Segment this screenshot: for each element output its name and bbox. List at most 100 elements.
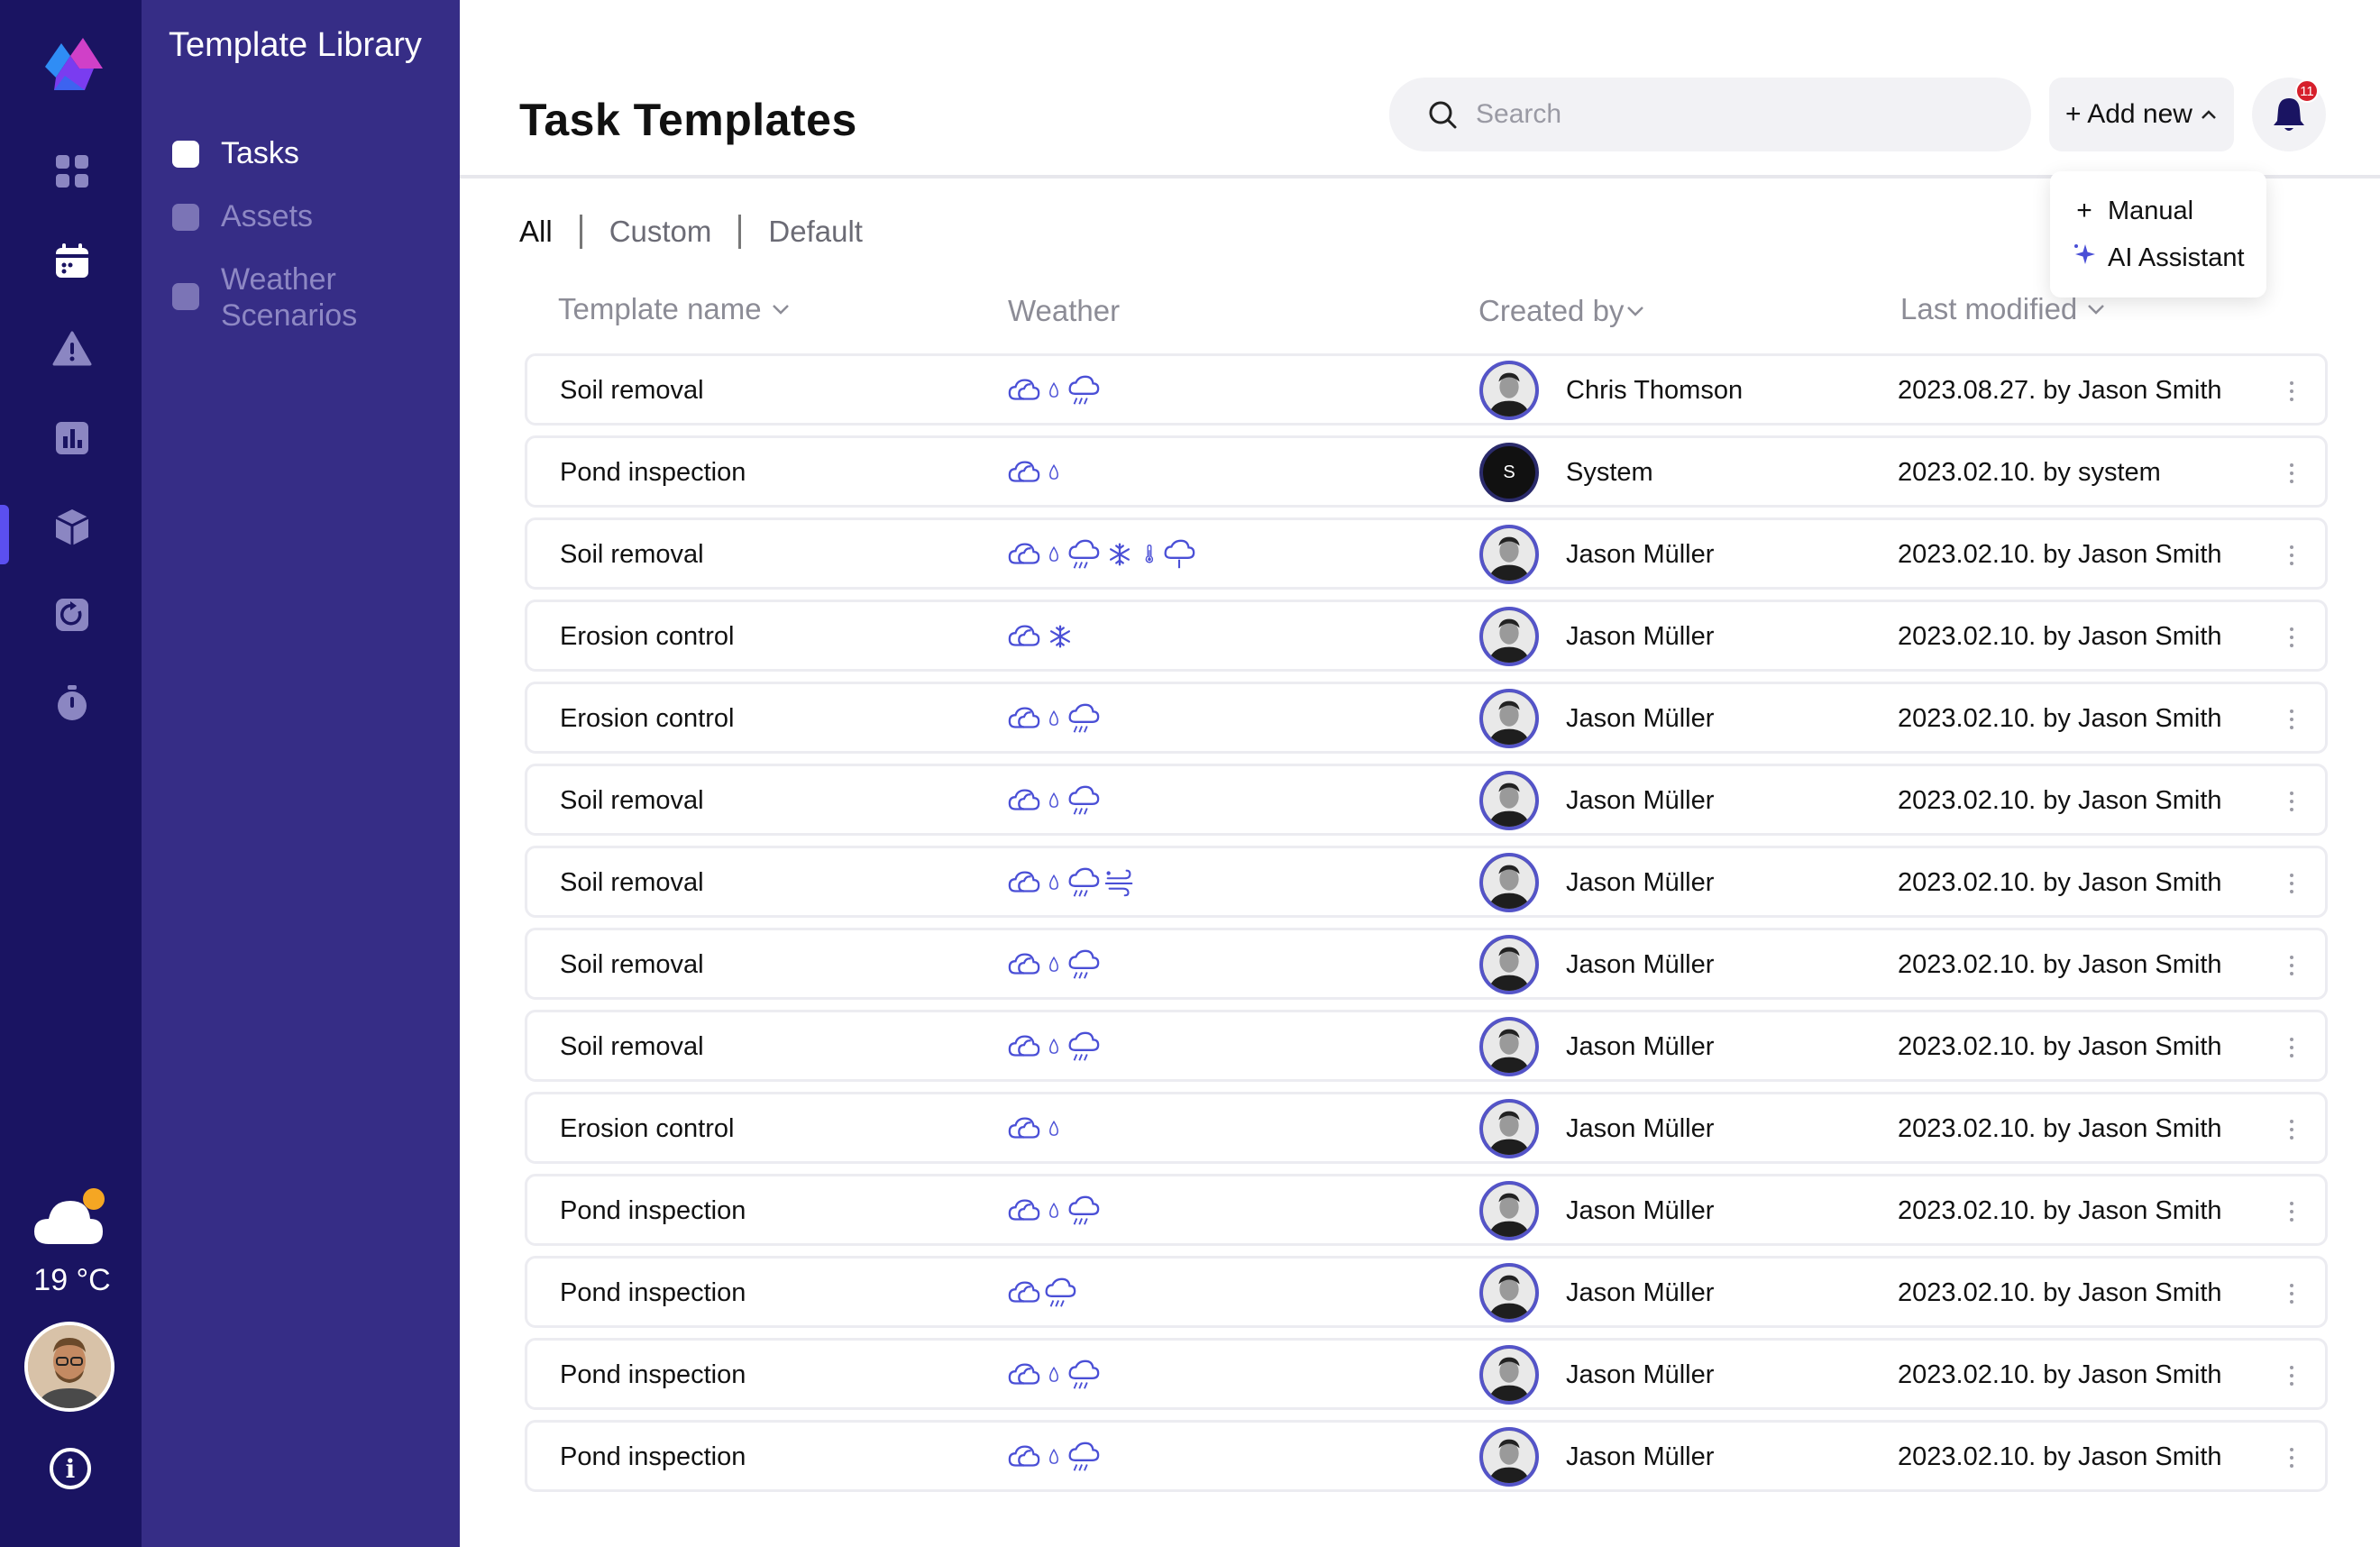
column-header-created-by[interactable]: Created by — [1478, 294, 1645, 328]
sparkle-icon — [2068, 241, 2101, 275]
active-nav-marker — [0, 505, 9, 564]
more-options-icon[interactable] — [2278, 699, 2305, 740]
table-row[interactable]: Erosion control Jason Müller 2023.02.10. b… — [525, 682, 2328, 754]
add-new-menu: + Manual AI Assistant — [2050, 171, 2266, 298]
library-item-tasks[interactable]: Tasks — [172, 135, 299, 171]
history-icon[interactable] — [45, 588, 99, 642]
table-row[interactable]: Soil removal Jason Müller 2023.02.10. by J… — [525, 928, 2328, 1000]
snowflake-icon — [1043, 619, 1077, 654]
table-row[interactable]: Soil removal Jason Müller 2023.02.10. by J… — [525, 846, 2328, 918]
filter-separator — [738, 215, 742, 249]
warning-icon[interactable] — [45, 323, 99, 377]
more-options-icon[interactable] — [2278, 1109, 2305, 1150]
column-header-label: Template name — [558, 292, 762, 325]
more-options-icon[interactable] — [2278, 781, 2305, 822]
column-header-last-modified[interactable]: Last modified — [1900, 292, 2106, 326]
weather-icons — [1007, 454, 1065, 490]
last-modified: 2023.02.10. by Jason Smith — [1898, 868, 2222, 897]
more-options-icon[interactable] — [2278, 617, 2305, 658]
table-row[interactable]: Pond inspection S System 2023.02.10. by sys… — [525, 435, 2328, 508]
chevron-down-icon — [1627, 307, 1644, 316]
snowflake-icon — [1103, 537, 1137, 572]
more-options-icon[interactable] — [2278, 1355, 2305, 1396]
hail-icon — [1162, 537, 1196, 572]
table-row[interactable]: Pond inspection Jason Müller 2023.02.10. b… — [525, 1174, 2328, 1246]
table-row[interactable]: Erosion control Jason Müller 2023.02.10. b… — [525, 600, 2328, 672]
more-options-icon[interactable] — [2278, 535, 2305, 576]
column-header-template-name[interactable]: Template name — [558, 292, 791, 326]
cloud-icon — [1007, 619, 1041, 654]
template-name: Soil removal — [560, 786, 704, 815]
weather-icons — [1007, 1357, 1101, 1393]
add-new-button[interactable]: + Add new — [2049, 78, 2234, 151]
library-item-label: Weather Scenarios — [221, 262, 358, 333]
rain-icon — [1043, 1276, 1077, 1310]
table-row[interactable]: Soil removal Jason Müller 2023.02.10. by J… — [525, 764, 2328, 836]
user-avatar[interactable] — [24, 1322, 114, 1412]
rain-icon — [1066, 947, 1101, 982]
more-options-icon[interactable] — [2278, 453, 2305, 494]
creator-name: Jason Müller — [1566, 1442, 1715, 1471]
last-modified: 2023.02.10. by Jason Smith — [1898, 1114, 2222, 1143]
template-name: Soil removal — [560, 1032, 704, 1061]
filter-custom[interactable]: Custom — [609, 215, 712, 249]
table-row[interactable]: Pond inspection Jason Müller 2023.02.10. b… — [525, 1256, 2328, 1328]
library-item-weather-scenarios[interactable]: Weather Scenarios — [172, 261, 365, 334]
calendar-icon[interactable] — [45, 234, 99, 288]
info-icon[interactable]: i — [50, 1448, 91, 1489]
more-options-icon[interactable] — [2278, 371, 2305, 412]
notifications-button[interactable]: 11 — [2252, 78, 2326, 151]
template-name: Erosion control — [560, 1114, 735, 1143]
template-table-body: Soil removal Chris Thomson 2023.08.27. by … — [525, 353, 2328, 1502]
rain-icon — [1066, 1440, 1101, 1474]
template-name: Soil removal — [560, 540, 704, 569]
table-row[interactable]: Pond inspection Jason Müller 2023.02.10. b… — [525, 1338, 2328, 1410]
more-options-icon[interactable] — [2278, 1191, 2305, 1232]
more-options-icon[interactable] — [2278, 945, 2305, 986]
library-item-assets[interactable]: Assets — [172, 198, 313, 234]
more-options-icon[interactable] — [2278, 1273, 2305, 1314]
weather-widget[interactable]: 19 °C — [29, 1181, 115, 1298]
cloud-icon — [1007, 1276, 1041, 1310]
search-input[interactable] — [1476, 99, 1981, 130]
box-icon[interactable] — [45, 500, 99, 554]
cloud-icon — [1007, 455, 1041, 490]
table-row[interactable]: Pond inspection Jason Müller 2023.02.10. b… — [525, 1420, 2328, 1492]
creator-name: Jason Müller — [1566, 704, 1715, 733]
wind-icon — [1103, 865, 1137, 900]
weather-icons — [1007, 947, 1101, 983]
template-name: Pond inspection — [560, 1196, 746, 1225]
icon-rail: 19 °C i — [0, 0, 142, 1547]
table-row[interactable]: Soil removal Jason Müller 2023.02.10. by J… — [525, 517, 2328, 590]
filter-all[interactable]: All — [519, 215, 553, 249]
more-options-icon[interactable] — [2278, 1027, 2305, 1068]
bar-chart-icon[interactable] — [45, 411, 99, 465]
last-modified: 2023.02.10. by Jason Smith — [1898, 704, 2222, 733]
table-row[interactable]: Soil removal Chris Thomson 2023.08.27. by … — [525, 353, 2328, 426]
dashboard-icon[interactable] — [45, 144, 99, 198]
more-options-icon[interactable] — [2278, 863, 2305, 904]
add-new-label: + Add new — [2065, 99, 2192, 129]
creator-name: Jason Müller — [1566, 1360, 1715, 1389]
menu-item-manual[interactable]: + Manual — [2068, 188, 2248, 234]
creator-avatar — [1479, 771, 1539, 830]
creator-avatar — [1479, 935, 1539, 994]
weather-icons — [1007, 865, 1137, 901]
menu-item-ai-assistant[interactable]: AI Assistant — [2068, 234, 2248, 281]
filter-default[interactable]: Default — [768, 215, 863, 249]
app-logo[interactable] — [38, 36, 105, 96]
template-name: Pond inspection — [560, 458, 746, 487]
search-bar[interactable] — [1389, 78, 2031, 151]
creator-name: System — [1566, 458, 1653, 487]
stopwatch-icon[interactable] — [45, 676, 99, 730]
cloud-icon — [1007, 1194, 1041, 1228]
template-name: Erosion control — [560, 622, 735, 651]
more-options-icon[interactable] — [2278, 1437, 2305, 1478]
creator-name: Jason Müller — [1566, 622, 1715, 651]
rain-icon — [1066, 373, 1101, 407]
weather-icons — [1007, 1439, 1101, 1475]
table-row[interactable]: Soil removal Jason Müller 2023.02.10. by J… — [525, 1010, 2328, 1082]
creator-name: Jason Müller — [1566, 950, 1715, 979]
drop-icon — [1043, 865, 1065, 900]
table-row[interactable]: Erosion control Jason Müller 2023.02.10. b… — [525, 1092, 2328, 1164]
